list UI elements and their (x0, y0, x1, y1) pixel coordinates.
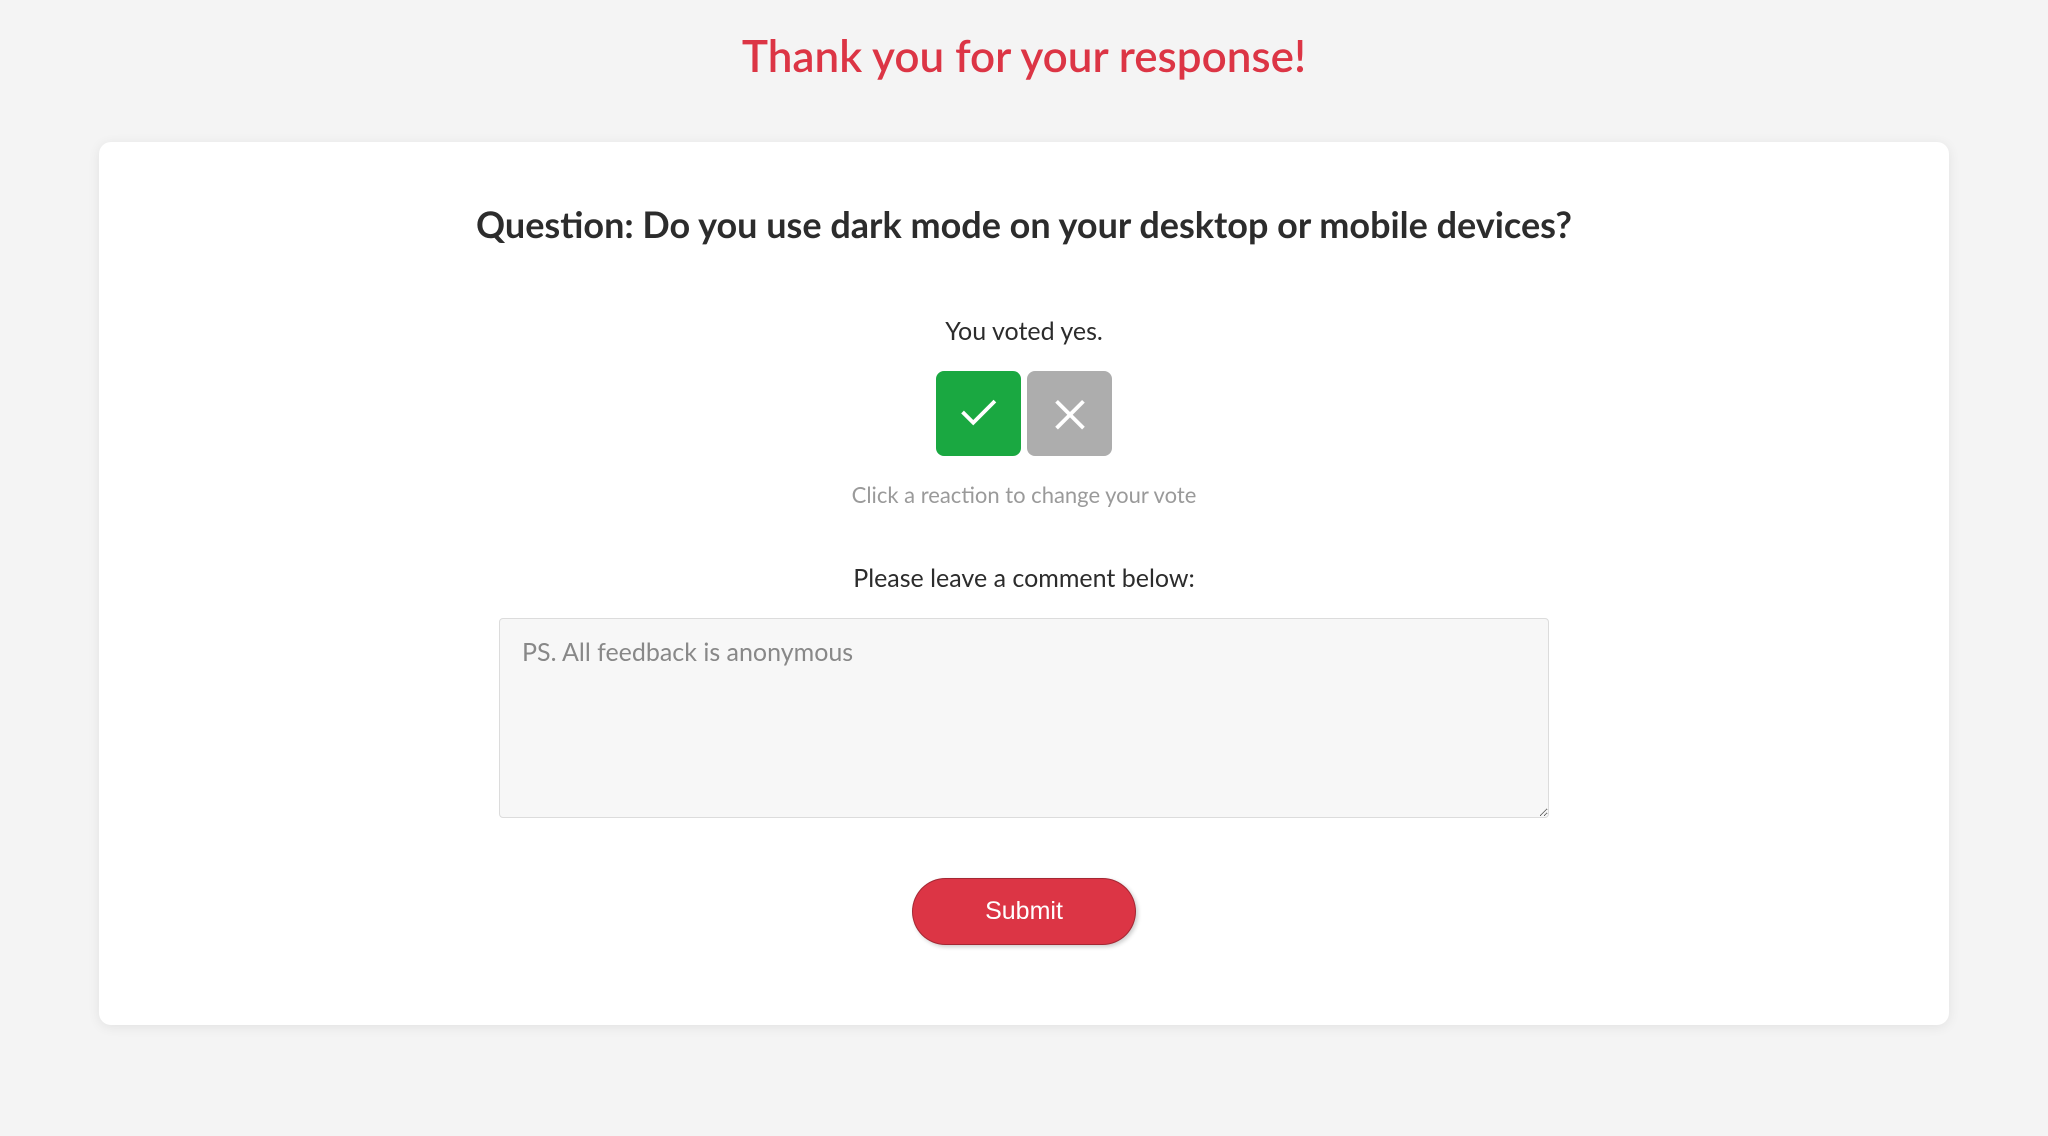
change-vote-hint: Click a reaction to change your vote (852, 481, 1197, 508)
reaction-group (936, 371, 1112, 456)
vote-yes-button[interactable] (936, 371, 1021, 456)
question-text: Question: Do you use dark mode on your d… (476, 202, 1572, 246)
page-title: Thank you for your response! (742, 30, 1306, 82)
vote-no-button[interactable] (1027, 371, 1112, 456)
check-icon (956, 389, 1002, 438)
voted-status: You voted yes. (945, 316, 1103, 346)
comment-input[interactable] (499, 618, 1549, 818)
response-card: Question: Do you use dark mode on your d… (99, 142, 1949, 1025)
comment-label: Please leave a comment below: (853, 563, 1194, 593)
submit-button[interactable]: Submit (912, 878, 1136, 945)
close-icon (1047, 389, 1093, 438)
